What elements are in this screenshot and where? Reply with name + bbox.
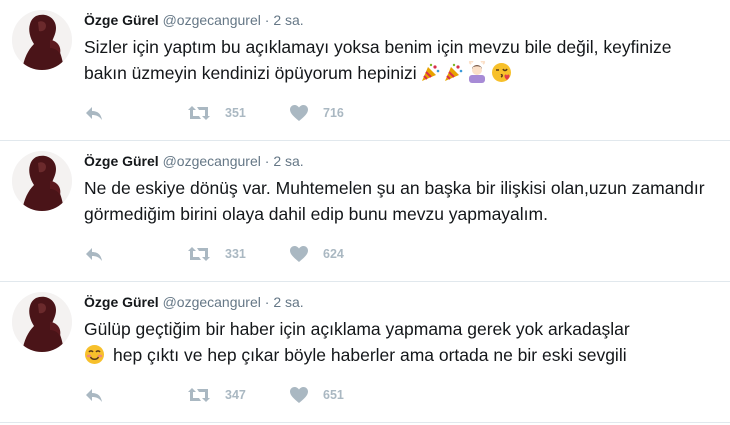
heart-icon <box>289 386 309 404</box>
retweet-count: 351 <box>225 106 246 120</box>
like-button[interactable]: 624 <box>289 244 344 264</box>
retweet-count: 347 <box>225 388 246 402</box>
tweet[interactable]: Özge Gürel @ozgecangurel · 2 sa. Ne de e… <box>0 141 730 282</box>
like-button[interactable]: 716 <box>289 103 344 123</box>
timestamp[interactable]: 2 sa. <box>273 294 303 310</box>
tweet[interactable]: Özge Gürel @ozgecangurel · 2 sa. Gülüp g… <box>0 282 730 423</box>
tweet-text: Gülüp geçtiğim bir haber için açıklama y… <box>84 316 719 372</box>
reply-icon <box>84 385 104 405</box>
reply-button[interactable] <box>84 385 104 405</box>
author-handle[interactable]: @ozgecangurel <box>163 12 261 28</box>
author-handle[interactable]: @ozgecangurel <box>163 294 261 310</box>
tweet-header: Özge Gürel @ozgecangurel · 2 sa. <box>84 11 304 29</box>
retweet-count: 331 <box>225 247 246 261</box>
tweet-header: Özge Gürel @ozgecangurel · 2 sa. <box>84 293 304 311</box>
tweet-actions: 331 624 <box>84 244 484 264</box>
reply-button[interactable] <box>84 244 104 264</box>
avatar[interactable] <box>12 10 72 70</box>
heart-icon <box>289 245 309 263</box>
tweet-text-content: hep çıktı ve hep çıkar böyle haberler am… <box>113 345 627 365</box>
tweet-text-line: Gülüp geçtiğim bir haber için açıklama y… <box>84 319 630 339</box>
retweet-icon <box>187 244 211 264</box>
tweet-text-content: Sizler için yaptım bu açıklamayı yoksa b… <box>84 37 672 83</box>
author-name[interactable]: Özge Gürel <box>84 153 159 169</box>
reply-button[interactable] <box>84 103 104 123</box>
tweet-actions: 347 651 <box>84 385 484 405</box>
separator: · <box>264 294 270 310</box>
reply-icon <box>84 103 104 123</box>
person-gesturing-ok-icon <box>466 60 488 90</box>
party-popper-icon <box>443 63 463 90</box>
like-count: 716 <box>323 106 344 120</box>
reply-icon <box>84 244 104 264</box>
face-blowing-kiss-icon <box>491 62 512 90</box>
tweet-header: Özge Gürel @ozgecangurel · 2 sa. <box>84 152 304 170</box>
separator: · <box>264 153 270 169</box>
author-name[interactable]: Özge Gürel <box>84 12 159 28</box>
tweet-text: Sizler için yaptım bu açıklamayı yoksa b… <box>84 34 719 90</box>
tweet[interactable]: Özge Gürel @ozgecangurel · 2 sa. Sizler … <box>0 0 730 141</box>
author-name[interactable]: Özge Gürel <box>84 294 159 310</box>
author-handle[interactable]: @ozgecangurel <box>163 153 261 169</box>
tweet-text-line: hep çıktı ve hep çıkar böyle haberler am… <box>84 342 719 372</box>
retweet-button[interactable]: 347 <box>187 385 246 405</box>
retweet-icon <box>187 385 211 405</box>
tweet-actions: 351 716 <box>84 103 484 123</box>
like-count: 651 <box>323 388 344 402</box>
heart-icon <box>289 104 309 122</box>
like-count: 624 <box>323 247 344 261</box>
retweet-button[interactable]: 351 <box>187 103 246 123</box>
timestamp[interactable]: 2 sa. <box>273 12 303 28</box>
retweet-icon <box>187 103 211 123</box>
tweet-text-content: Ne de eskiye dönüş var. Muhtemelen şu an… <box>84 178 705 224</box>
like-button[interactable]: 651 <box>289 385 344 405</box>
timestamp[interactable]: 2 sa. <box>273 153 303 169</box>
separator: · <box>264 12 270 28</box>
avatar[interactable] <box>12 151 72 211</box>
retweet-button[interactable]: 331 <box>187 244 246 264</box>
avatar[interactable] <box>12 292 72 352</box>
smiling-face-icon <box>84 344 105 372</box>
party-popper-icon <box>420 63 440 90</box>
tweet-text: Ne de eskiye dönüş var. Muhtemelen şu an… <box>84 175 719 227</box>
